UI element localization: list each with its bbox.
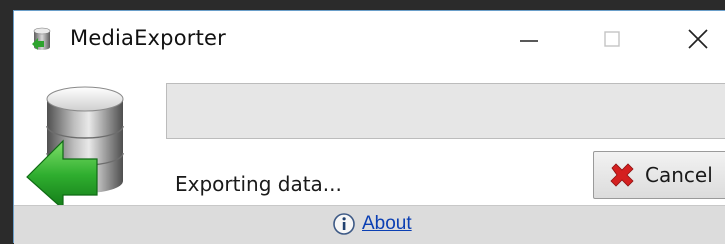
- maximize-icon: [604, 31, 620, 47]
- title-bar[interactable]: MediaExporter: [14, 11, 725, 73]
- minimize-icon: [520, 40, 538, 42]
- cancel-label: Cancel: [645, 163, 713, 187]
- footer-bar: About: [14, 205, 725, 244]
- about-label: About: [362, 213, 412, 234]
- export-progress-bar: [166, 83, 725, 139]
- maximize-button[interactable]: [577, 11, 647, 67]
- minimize-button[interactable]: [494, 11, 564, 67]
- status-text: Exporting data...: [175, 172, 342, 196]
- cancel-button[interactable]: Cancel: [593, 151, 725, 199]
- dialog-content: Exporting data... Cancel: [14, 73, 725, 211]
- about-link[interactable]: About: [332, 212, 412, 236]
- mediaexporter-window: MediaExporter Exporting data... Cancel A…: [13, 10, 725, 244]
- close-button[interactable]: [663, 11, 725, 67]
- app-icon-small: [31, 27, 53, 53]
- info-icon: [333, 213, 355, 235]
- database-export-icon: [23, 79, 143, 211]
- close-icon: [688, 29, 708, 49]
- window-title: MediaExporter: [70, 26, 226, 50]
- red-x-icon: [610, 163, 634, 187]
